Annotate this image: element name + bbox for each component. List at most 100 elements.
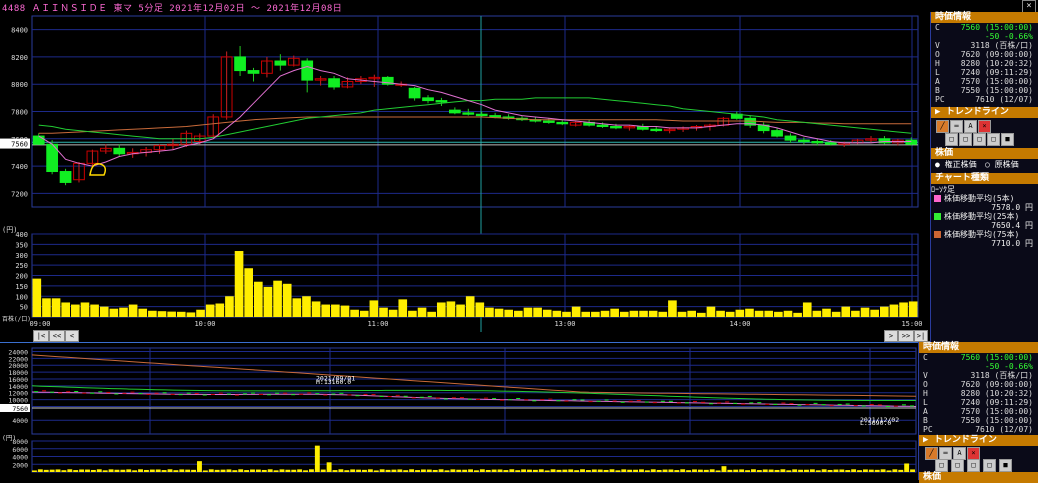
- volume-bar: [552, 310, 562, 317]
- nav-next-button[interactable]: >: [884, 330, 898, 342]
- volume-bar: [51, 298, 61, 317]
- ma-color-icon: [934, 213, 941, 220]
- long-volume-bar: [644, 470, 650, 472]
- tool-c-icon[interactable]: □: [973, 133, 986, 146]
- long-candle: [371, 394, 376, 396]
- long-volume-bar: [143, 469, 149, 472]
- quote2-key: L: [923, 398, 928, 407]
- nav-last-button[interactable]: >|: [914, 330, 928, 342]
- quote-header-2: 時価情報: [919, 342, 1038, 353]
- volume-bar: [331, 304, 340, 317]
- volume-bar: [475, 302, 485, 317]
- volume-bar: [282, 283, 292, 317]
- kabuka-header: 株価: [931, 148, 1038, 159]
- tool-a-icon[interactable]: □: [945, 133, 958, 146]
- long-volume-bar: [214, 469, 220, 472]
- long-volume-tick: 2000: [12, 461, 28, 469]
- candle-body: [462, 112, 475, 115]
- long-chart: 2400022000200001800016000140001200010000…: [0, 342, 918, 473]
- long-candle: [877, 404, 882, 406]
- quote-key: C: [935, 23, 940, 32]
- long-candle: [636, 400, 641, 402]
- long-candle: [363, 393, 368, 395]
- tool-d-icon-2[interactable]: □: [983, 459, 996, 472]
- quote-value: 7560 (15:00:00): [960, 23, 1033, 32]
- long-candle: [299, 393, 304, 395]
- radio-raw[interactable]: ○ 原株価: [985, 159, 1019, 171]
- volume-bar: [167, 311, 176, 317]
- tool-b-icon-2[interactable]: □: [951, 459, 964, 472]
- nav-prev-page-button[interactable]: <<: [49, 330, 65, 342]
- volume-bar: [504, 309, 514, 317]
- long-volume-bar: [515, 470, 521, 472]
- long-candle: [492, 398, 497, 400]
- ma-item[interactable]: 株価移動平均(5本): [931, 194, 1038, 203]
- long-volume-bar: [244, 470, 250, 472]
- long-volume-bar: [756, 470, 762, 472]
- nav-next-page-button[interactable]: >>: [898, 330, 914, 342]
- tool-b-icon[interactable]: □: [959, 133, 972, 146]
- long-volume-bar: [544, 470, 550, 472]
- long-volume-bar: [185, 469, 191, 472]
- long-candle: [500, 399, 505, 401]
- long-volume-bar: [420, 469, 426, 472]
- volume-bar: [908, 301, 918, 317]
- quote2-key: A: [923, 407, 928, 416]
- long-candle: [660, 400, 665, 402]
- quote-value: 7550 (15:00:00): [960, 86, 1033, 95]
- long-volume-bar: [415, 470, 420, 472]
- long-candle: [749, 402, 754, 404]
- tool-e-icon[interactable]: ■: [1001, 133, 1014, 146]
- quote-value: 7240 (09:11:29): [960, 68, 1033, 77]
- long-volume-bar: [527, 469, 532, 472]
- chart-type-header: チャート種類: [931, 173, 1038, 184]
- volume-bar: [196, 309, 205, 317]
- long-candle: [419, 396, 424, 398]
- long-volume-bar: [191, 469, 197, 472]
- long-candle: [869, 404, 874, 406]
- volume-bar: [600, 310, 610, 317]
- long-volume-bar: [680, 469, 686, 472]
- volume-bar: [879, 306, 889, 317]
- quote2-value: 8280 (10:20:32): [960, 389, 1033, 398]
- long-candle: [652, 402, 657, 404]
- nav-first-button[interactable]: |<: [33, 330, 49, 342]
- candle-type[interactable]: ﾛｰｿｸ足: [931, 185, 1038, 194]
- long-volume-bar: [391, 469, 397, 472]
- long-candle: [540, 399, 545, 401]
- tool-e-icon-2[interactable]: ■: [999, 459, 1012, 472]
- quote-panel: 時価情報 C 7560 (15:00:00) -50 -0.66% V 3118 (百株…: [930, 12, 1038, 342]
- ma-item[interactable]: 株価移動平均(25本): [931, 212, 1038, 221]
- long-volume-bar: [862, 469, 868, 472]
- volume-bar: [542, 309, 552, 317]
- quote-row: -50 -0.66%: [931, 32, 1038, 41]
- volume-bar: [456, 304, 465, 317]
- long-candle: [226, 393, 231, 395]
- quote2-row: H 8280 (10:20:32): [919, 389, 1038, 398]
- volume-bar: [465, 296, 475, 317]
- quote2-key: O: [923, 380, 928, 389]
- long-candle: [467, 398, 472, 400]
- long-volume-bar: [792, 469, 798, 472]
- long-candle: [50, 391, 55, 393]
- time-tick-label: 13:00: [554, 320, 575, 328]
- volume-bar: [244, 268, 253, 317]
- volume-tick-label: 250: [15, 262, 28, 270]
- radio-adjusted[interactable]: ● 権正株価: [935, 159, 977, 171]
- price-tick-label: 8400: [11, 27, 28, 35]
- long-volume-bar: [120, 469, 126, 472]
- long-candle: [178, 394, 183, 396]
- volume-bar: [754, 310, 764, 317]
- tool-c-icon-2[interactable]: □: [967, 459, 980, 472]
- nav-prev-button[interactable]: <: [65, 330, 79, 342]
- tool-d-icon[interactable]: □: [987, 133, 1000, 146]
- candle-body: [301, 60, 314, 81]
- volume-bar: [841, 306, 851, 317]
- long-candle: [837, 403, 842, 405]
- long-volume-bar: [179, 469, 185, 472]
- long-tick-label: 7560: [12, 405, 28, 413]
- quote2-key: H: [923, 389, 928, 398]
- long-candle: [42, 390, 47, 392]
- ma-item[interactable]: 株価移動平均(75本): [931, 230, 1038, 239]
- tool-a-icon-2[interactable]: □: [935, 459, 948, 472]
